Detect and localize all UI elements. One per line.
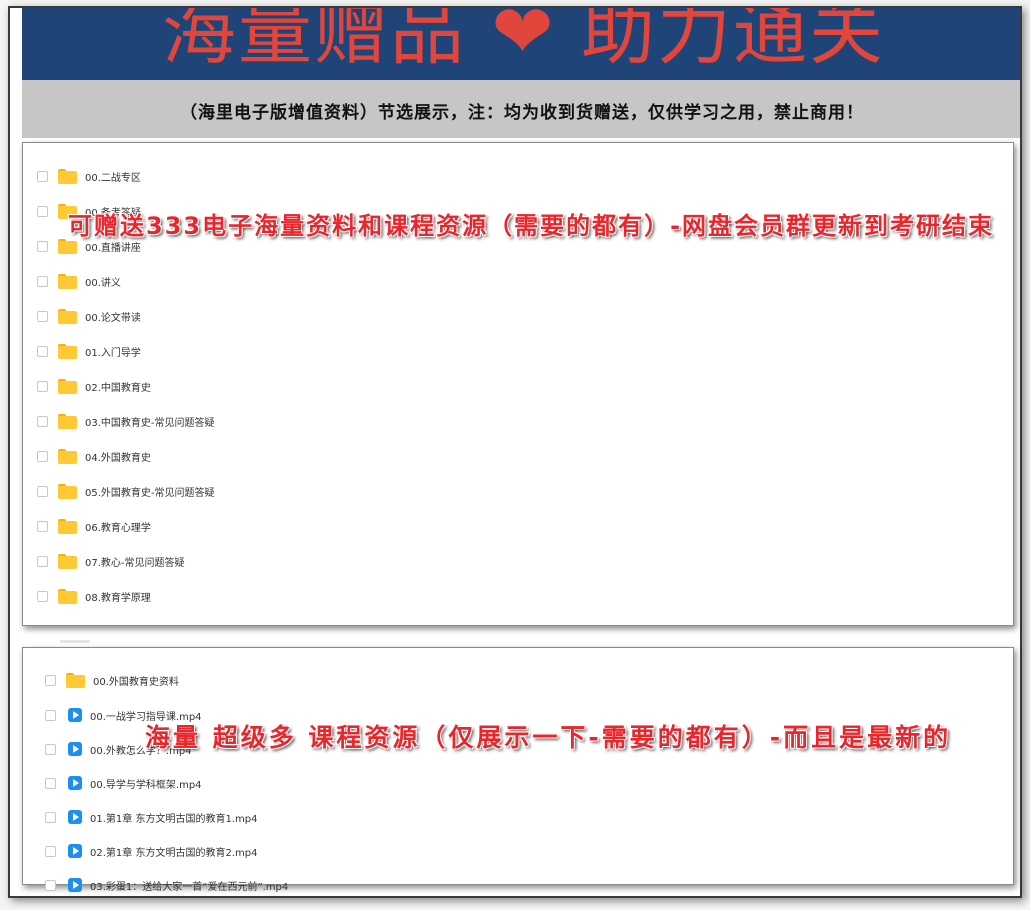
folder-icon — [58, 378, 77, 394]
item-label: 00.外国教育史资料 — [93, 676, 179, 688]
checkbox[interactable] — [37, 555, 48, 567]
checkbox[interactable] — [37, 205, 48, 217]
subtitle-text: （海里电子版增值资料）节选展示，注：均为收到货赠送，仅供学习之用，禁止商用！ — [180, 103, 864, 123]
checkbox[interactable] — [45, 777, 56, 789]
item-label: 08.教育学原理 — [85, 592, 151, 604]
folder-icon — [58, 448, 77, 464]
folder-icon — [58, 308, 77, 324]
checkbox[interactable] — [37, 275, 48, 287]
item-label: 00.二战专区 — [85, 172, 141, 184]
video-file-icon — [68, 810, 82, 824]
item-label: 03.彩蛋1：送给大家一首“爱在西元前”.mp4 — [90, 881, 289, 893]
video-file-icon — [68, 776, 82, 790]
folder-icon — [58, 483, 77, 499]
item-label: 05.外国教育史-常见问题答疑 — [85, 487, 215, 499]
item-label: 02.中国教育史 — [85, 382, 151, 394]
item-label: 00.讲义 — [85, 277, 121, 289]
list-item[interactable]: 01.第1章 东方文明古国的教育1.mp4 — [45, 806, 257, 828]
subtitle-bar: （海里电子版增值资料）节选展示，注：均为收到货赠送，仅供学习之用，禁止商用！ — [22, 80, 1020, 138]
list-item[interactable]: 03.中国教育史-常见问题答疑 — [37, 410, 215, 432]
folder-icon — [58, 168, 77, 184]
list-item[interactable]: 02.中国教育史 — [37, 375, 151, 397]
list-item[interactable]: 07.教心-常见问题答疑 — [37, 550, 185, 572]
banner: 海量赠品 ❤ 助力通关 — [22, 8, 1020, 80]
checkbox[interactable] — [37, 520, 48, 532]
banner-title: 海量赠品 ❤ 助力通关 — [162, 8, 886, 75]
folder-icon — [58, 588, 77, 604]
list-item[interactable]: 00.讲义 — [37, 270, 121, 292]
video-file-icon — [68, 708, 82, 722]
checkbox[interactable] — [45, 674, 56, 686]
file-list-panel: 00.外国教育史资料 00.一战学习指导课.mp4 00.外教怎么学？.mp4 … — [22, 647, 1014, 893]
item-label: 00.导学与学科框架.mp4 — [90, 779, 202, 791]
folder-icon — [58, 273, 77, 289]
list-item[interactable]: 00.论文带读 — [37, 305, 141, 327]
folder-icon — [58, 553, 77, 569]
item-label: 04.外国教育史 — [85, 452, 151, 464]
folder-icon — [66, 672, 85, 688]
list-item[interactable]: 02.第1章 东方文明古国的教育2.mp4 — [45, 840, 257, 862]
checkbox[interactable] — [37, 240, 48, 252]
checkbox[interactable] — [45, 879, 56, 891]
checkbox[interactable] — [37, 310, 48, 322]
list-item[interactable]: 06.教育心理学 — [37, 515, 151, 537]
checkbox[interactable] — [45, 709, 56, 721]
promo-overlay-top: 可赠送333电子海量资料和课程资源（需要的都有）-网盘会员群更新到考研结束 — [68, 212, 995, 240]
checkbox[interactable] — [37, 170, 48, 182]
video-file-icon — [68, 878, 82, 892]
checkbox[interactable] — [45, 811, 56, 823]
item-label: 01.第1章 东方文明古国的教育1.mp4 — [90, 813, 258, 825]
checkbox[interactable] — [37, 485, 48, 497]
item-label: 03.中国教育史-常见问题答疑 — [85, 417, 215, 429]
folder-icon — [58, 413, 77, 429]
list-item[interactable]: 00.外国教育史资料 — [45, 669, 179, 691]
list-item[interactable]: 00.导学与学科框架.mp4 — [45, 772, 202, 794]
item-label: 02.第1章 东方文明古国的教育2.mp4 — [90, 847, 258, 859]
list-item[interactable]: 08.教育学原理 — [37, 585, 151, 607]
video-file-icon — [68, 742, 82, 756]
item-label: 01.入门导学 — [85, 347, 141, 359]
folder-icon — [58, 518, 77, 534]
checkbox[interactable] — [45, 743, 56, 755]
checkbox[interactable] — [37, 415, 48, 427]
video-file-icon — [68, 844, 82, 858]
checkbox[interactable] — [37, 380, 48, 392]
checkbox[interactable] — [37, 450, 48, 462]
divider — [60, 640, 90, 643]
item-label: 00.论文带读 — [85, 312, 141, 324]
checkbox[interactable] — [37, 590, 48, 602]
folder-icon — [58, 343, 77, 359]
item-label: 06.教育心理学 — [85, 522, 151, 534]
list-item[interactable]: 03.彩蛋1：送给大家一首“爱在西元前”.mp4 — [45, 874, 288, 896]
list-item[interactable]: 01.入门导学 — [37, 340, 141, 362]
item-label: 07.教心-常见问题答疑 — [85, 557, 185, 569]
promo-overlay-bottom: 海量 超级多 课程资源（仅展示一下-需要的都有）-而且是最新的 — [145, 723, 952, 752]
list-item[interactable]: 00.二战专区 — [37, 165, 141, 187]
list-item[interactable]: 04.外国教育史 — [37, 445, 151, 467]
checkbox[interactable] — [45, 845, 56, 857]
checkbox[interactable] — [37, 345, 48, 357]
list-item[interactable]: 05.外国教育史-常见问题答疑 — [37, 480, 215, 502]
